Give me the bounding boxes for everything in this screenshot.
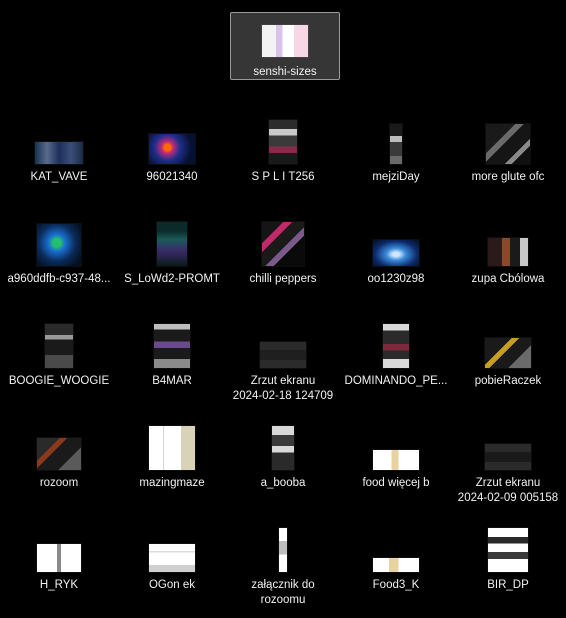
desktop-item-label: mejziDay (372, 171, 420, 183)
desktop-item-label: BIR_DP (487, 579, 529, 591)
desktop-item-label: more glute ofc (471, 171, 545, 183)
desktop-item[interactable]: Food3_K (341, 516, 451, 593)
desktop-item[interactable]: OGon ek (117, 516, 227, 593)
desktop-item-label: a_booba (260, 477, 306, 489)
image-thumbnail-icon (390, 124, 402, 164)
image-thumbnail-icon (373, 450, 419, 470)
desktop-item-label: S P L I T256 (251, 171, 315, 183)
desktop-item-label: Zrzut ekranu 2024-02-18 124709 (232, 375, 334, 402)
image-thumbnail-icon (37, 438, 81, 470)
desktop-item-label: Food3_K (372, 579, 420, 591)
image-thumbnail-icon (37, 544, 81, 572)
image-thumbnail-icon (154, 324, 190, 368)
desktop-item[interactable]: food więcej b (341, 414, 451, 491)
image-thumbnail-icon (149, 544, 195, 572)
desktop-item-label: B4MAR (152, 375, 192, 387)
desktop-item-label: 96021340 (146, 171, 198, 183)
desktop-item-selected[interactable]: senshi-sizes (230, 12, 340, 80)
desktop-item[interactable]: DOMINANDO_PE... (341, 312, 451, 389)
desktop-item[interactable]: chilli peppers (228, 210, 338, 287)
desktop-item-label: pobieRaczek (474, 375, 542, 387)
desktop-item[interactable]: S_LoWd2-PROMT (117, 210, 227, 287)
image-thumbnail-icon (262, 25, 308, 57)
desktop-item[interactable]: rozoom (4, 414, 114, 491)
desktop-item-label: KAT_VAVE (30, 171, 88, 183)
image-thumbnail-icon (488, 528, 528, 572)
desktop-item[interactable]: BOOGIE_WOOGIE (4, 312, 114, 389)
desktop-item[interactable]: Zrzut ekranu 2024-02-18 124709 (228, 312, 338, 404)
desktop-item[interactable]: a_booba (228, 414, 338, 491)
image-thumbnail-icon (272, 426, 294, 470)
image-thumbnail-icon (37, 224, 81, 266)
desktop-item-label: Zrzut ekranu 2024-02-09 005158 (457, 477, 559, 504)
desktop-item[interactable]: zupa Cbólowa (453, 210, 563, 287)
desktop-item[interactable]: oo1230z98 (341, 210, 451, 287)
image-thumbnail-icon (373, 240, 419, 266)
desktop-item-label: zupa Cbólowa (471, 273, 545, 285)
desktop-item[interactable]: pobieRaczek (453, 312, 563, 389)
screenshot-thumbnail-icon (260, 342, 306, 368)
desktop-item[interactable]: Zrzut ekranu 2024-02-09 005158 (453, 414, 563, 506)
image-thumbnail-icon (486, 124, 530, 164)
desktop-item-label: mazingmaze (139, 477, 205, 489)
image-thumbnail-icon (149, 134, 195, 164)
desktop-item[interactable]: more glute ofc (453, 108, 563, 185)
desktop-item-label: załącznik do rozoomu (251, 579, 315, 606)
desktop-item[interactable]: BIR_DP (453, 516, 563, 593)
desktop-item-label: H_RYK (39, 579, 79, 591)
desktop-item[interactable]: mazingmaze (117, 414, 227, 491)
image-thumbnail-icon (269, 120, 297, 164)
desktop-item-label: senshi-sizes (253, 66, 317, 78)
image-thumbnail-icon (45, 324, 73, 368)
desktop-item-label: oo1230z98 (367, 273, 425, 285)
desktop-item-label: S_LoWd2-PROMT (124, 273, 220, 285)
image-thumbnail-icon (149, 426, 195, 470)
image-thumbnail-icon (35, 142, 83, 164)
desktop-item-label: BOOGIE_WOOGIE (8, 375, 110, 387)
desktop-item-label: rozoom (39, 477, 79, 489)
desktop-item[interactable]: B4MAR (117, 312, 227, 389)
desktop-item[interactable]: KAT_VAVE (4, 108, 114, 185)
desktop-item[interactable]: mejziDay (341, 108, 451, 185)
desktop-item-label: OGon ek (148, 579, 196, 591)
image-thumbnail-icon (373, 558, 419, 572)
image-thumbnail-icon (157, 222, 187, 266)
image-thumbnail-icon (488, 238, 528, 266)
image-thumbnail-icon (383, 324, 409, 368)
desktop-item-label: DOMINANDO_PE... (344, 375, 448, 387)
desktop-item[interactable]: S P L I T256 (228, 108, 338, 185)
desktop-item[interactable]: a960ddfb-c937-48... (4, 210, 114, 287)
image-thumbnail-icon (279, 528, 287, 572)
desktop-item-label: food więcej b (362, 477, 430, 489)
desktop-item[interactable]: załącznik do rozoomu (228, 516, 338, 608)
desktop-item-label: a960ddfb-c937-48... (7, 273, 111, 285)
screenshot-thumbnail-icon (485, 444, 531, 470)
desktop-item[interactable]: H_RYK (4, 516, 114, 593)
image-thumbnail-icon (485, 338, 531, 368)
desktop-item-label: chilli peppers (249, 273, 317, 285)
desktop-item[interactable]: 96021340 (117, 108, 227, 185)
image-thumbnail-icon (262, 222, 304, 266)
